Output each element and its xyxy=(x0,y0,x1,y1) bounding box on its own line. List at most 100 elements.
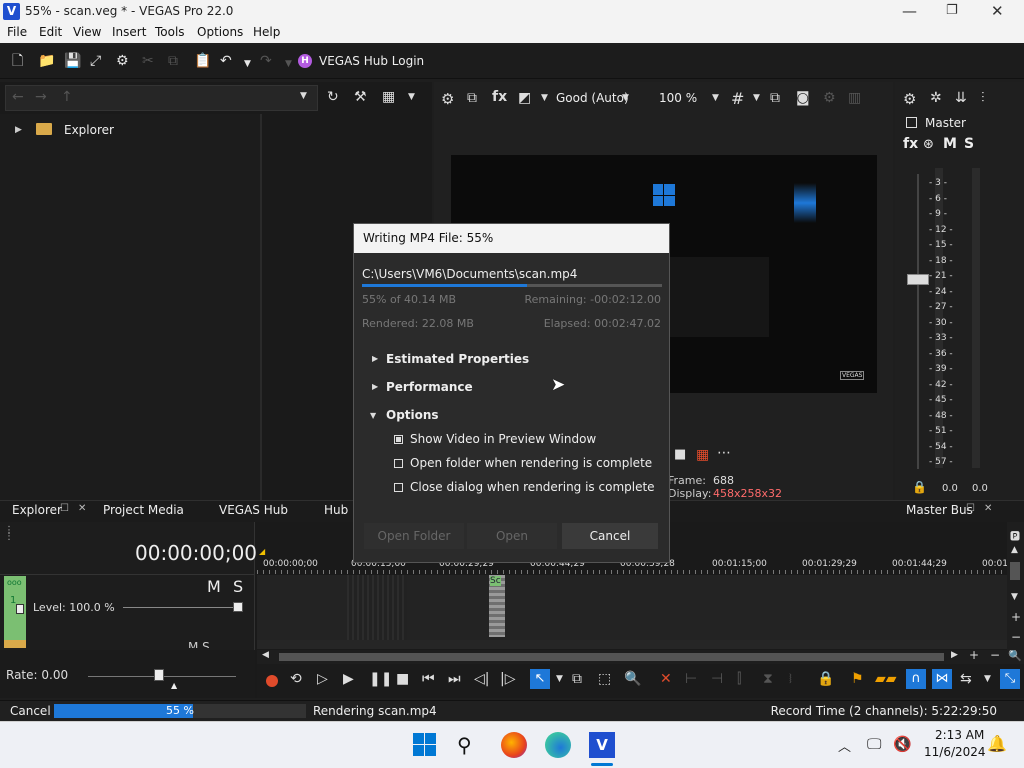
section-performance[interactable]: Performance xyxy=(386,380,473,394)
snapping-magnet-icon[interactable]: ∩ xyxy=(906,669,926,689)
lock-envelopes-icon[interactable]: 🔒 xyxy=(817,671,834,687)
expand-arrow-icon[interactable]: ▶ xyxy=(15,125,22,135)
menu-help[interactable]: Help xyxy=(253,25,280,39)
views-dropdown-icon[interactable]: ▼ xyxy=(408,92,415,102)
vegas-taskbar-icon[interactable]: V xyxy=(589,732,615,758)
scopes-icon[interactable]: ▥ xyxy=(848,90,861,106)
play-icon[interactable]: ▶ xyxy=(343,671,354,687)
preview-quality-select[interactable]: Good (Auto) xyxy=(556,91,629,105)
close-dialog-checkbox[interactable] xyxy=(394,483,403,492)
envelope-tool-icon[interactable]: ⧉ xyxy=(572,671,582,687)
track-solo-button[interactable]: S xyxy=(233,577,243,596)
zoom-out-icon[interactable]: − xyxy=(990,648,1000,662)
menu-tools[interactable]: Tools xyxy=(155,25,185,39)
auto-crossfade-icon[interactable]: ⋈ xyxy=(932,669,952,689)
tab-master-bus[interactable]: Master Bus xyxy=(906,503,973,517)
scrollbar-thumb[interactable] xyxy=(279,653,944,661)
go-to-start-icon[interactable]: ⏮ xyxy=(422,671,435,687)
expand-estimated-icon[interactable]: ▶ xyxy=(372,354,378,363)
scroll-down-icon[interactable]: ▼ xyxy=(1011,592,1018,602)
zoom-in-icon[interactable]: + xyxy=(969,648,979,662)
menu-file[interactable]: File xyxy=(7,25,27,39)
master-fader-handle[interactable] xyxy=(907,274,929,285)
lock-envelope-to-events-icon[interactable]: ⤡ xyxy=(1000,669,1020,689)
menu-view[interactable]: View xyxy=(73,25,101,39)
search-icon[interactable]: ⚲ xyxy=(457,732,483,758)
timeline-h-scrollbar[interactable]: ◀ ▶ + − 🔍 xyxy=(257,648,1024,664)
next-frame-icon[interactable]: |▷ xyxy=(500,671,515,687)
delete-icon[interactable]: ✕ xyxy=(660,671,672,687)
render-as-icon[interactable]: ⤢ xyxy=(90,53,101,69)
explorer-tree-item[interactable]: Explorer xyxy=(64,123,114,137)
overlays-grid-icon[interactable]: # xyxy=(731,89,744,108)
downmix-icon[interactable]: ⇊ xyxy=(955,90,967,106)
tab-master-bus-maximize-icon[interactable]: ☐ xyxy=(966,503,975,514)
timeline-v-scrollbar[interactable]: 🅿 ▲ ▼ + − xyxy=(1007,522,1024,650)
redo-icon[interactable]: ↷ xyxy=(260,53,272,69)
tab-explorer-maximize-icon[interactable]: ☐ xyxy=(60,503,69,514)
normal-edit-tool-icon[interactable]: ↖ xyxy=(530,669,550,689)
windows-start-icon[interactable] xyxy=(412,732,438,758)
mixer-icon[interactable]: ⫶ xyxy=(981,90,985,106)
zoom-dropdown-icon[interactable]: ▼ xyxy=(712,93,719,103)
collapse-options-icon[interactable]: ▼ xyxy=(370,411,376,420)
video-fx-icon[interactable]: fx xyxy=(492,89,507,105)
split-screen-icon[interactable]: ◩ xyxy=(518,90,531,106)
menu-insert[interactable]: Insert xyxy=(112,25,146,39)
split-icon[interactable]: ⫿ xyxy=(737,671,741,687)
menu-edit[interactable]: Edit xyxy=(39,25,62,39)
track-zoom-out-icon[interactable]: − xyxy=(1011,630,1021,644)
rate-slider-handle[interactable] xyxy=(154,669,164,681)
up-arrow-icon[interactable]: ↑ xyxy=(61,89,73,105)
forward-arrow-icon[interactable]: → xyxy=(35,89,47,105)
menu-options[interactable]: Options xyxy=(197,25,243,39)
tab-explorer-close-icon[interactable]: ✕ xyxy=(78,503,86,514)
status-cancel-button[interactable]: Cancel xyxy=(10,704,51,718)
section-estimated-properties[interactable]: Estimated Properties xyxy=(386,352,529,366)
preview-zoom-select[interactable]: 100 % xyxy=(659,91,697,105)
overlay-grid-red-icon[interactable]: ▦ xyxy=(696,447,709,463)
new-file-icon[interactable]: 🗋 xyxy=(12,53,23,69)
tab-project-media[interactable]: Project Media xyxy=(103,503,184,517)
cut-icon[interactable]: ✂ xyxy=(142,53,154,69)
master-mute-button[interactable]: M xyxy=(943,136,957,152)
save-icon[interactable]: 💾 xyxy=(64,53,81,69)
network-icon[interactable]: 🖵 xyxy=(867,735,881,753)
back-arrow-icon[interactable]: ← xyxy=(12,89,24,105)
vegas-hub-icon[interactable]: H xyxy=(298,54,312,68)
master-solo-button[interactable]: S xyxy=(964,136,974,152)
master-link-icon[interactable]: ⊛ xyxy=(923,137,934,152)
close-button[interactable]: ✕ xyxy=(991,2,1004,20)
master-settings-icon[interactable]: ⚙ xyxy=(903,90,916,108)
slip-icon[interactable]: ⧘ xyxy=(789,671,792,687)
clock-date[interactable]: 11/6/2024 xyxy=(924,745,986,759)
restore-button[interactable]: ❐ xyxy=(946,3,958,18)
vegas-hub-login-link[interactable]: VEGAS Hub Login xyxy=(319,54,424,68)
cancel-render-button[interactable]: Cancel xyxy=(562,523,658,549)
previous-frame-icon[interactable]: ◁| xyxy=(474,671,489,687)
show-video-checkbox[interactable] xyxy=(394,435,403,444)
overlays-dropdown-icon[interactable]: ▼ xyxy=(753,93,760,103)
audio-track-lane[interactable]: Sc xyxy=(257,575,1007,640)
open-folder-button[interactable]: Open Folder xyxy=(364,523,464,549)
record-button[interactable] xyxy=(266,675,278,687)
save-snapshot-icon[interactable]: ◙ xyxy=(796,90,810,106)
open-button[interactable]: Open xyxy=(467,523,557,549)
clock-time[interactable]: 2:13 AM xyxy=(935,728,984,742)
expand-performance-icon[interactable]: ▶ xyxy=(372,382,378,391)
edit-tool-dropdown-icon[interactable]: ▼ xyxy=(556,674,563,684)
preview-settings-dim-icon[interactable]: ⚙ xyxy=(823,90,836,106)
automation-icon[interactable]: ✲ xyxy=(930,90,942,106)
views-icon[interactable]: ▦ xyxy=(382,89,395,105)
copy-icon[interactable]: ⧉ xyxy=(168,53,178,69)
volume-muted-icon[interactable]: 🔇 xyxy=(893,735,912,753)
pin-icon[interactable]: 🅿 xyxy=(1010,528,1020,543)
undo-icon[interactable]: ↶ xyxy=(220,53,232,69)
master-fx-button[interactable]: fx xyxy=(903,136,918,152)
level-slider-handle[interactable] xyxy=(233,602,243,612)
tab-vegas-hub[interactable]: VEGAS Hub xyxy=(219,503,288,517)
section-options[interactable]: Options xyxy=(386,408,439,422)
loop-icon[interactable]: ⟲ xyxy=(290,671,302,687)
zoom-tool-icon[interactable]: 🔍 xyxy=(1008,649,1022,662)
notification-bell-icon[interactable]: 🔔 xyxy=(987,734,1007,753)
